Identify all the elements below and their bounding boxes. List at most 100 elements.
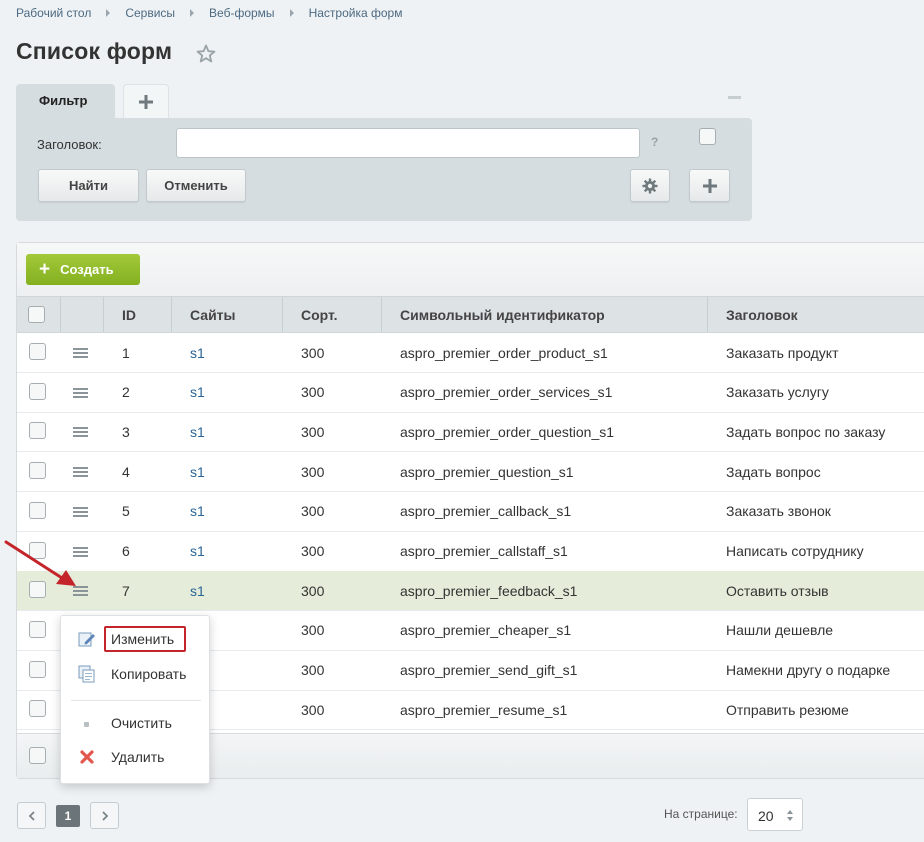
cell-site[interactable]: s1 [190, 492, 205, 531]
column-header-symbolic-id[interactable]: Символьный идентификатор [382, 297, 708, 332]
create-button-label: Создать [60, 262, 114, 277]
chevron-right-icon [101, 810, 108, 821]
cell-id: 3 [122, 423, 130, 440]
table-row[interactable]: 4 s1 300 aspro_premier_question_s1 Задать во… [17, 452, 924, 493]
table-row[interactable]: 1 s1 300 aspro_premier_order_product_s1 Зака… [17, 333, 924, 373]
table-row[interactable]: 3 s1 300 aspro_premier_order_question_s1 Зад… [17, 412, 924, 453]
hamburger-icon[interactable] [73, 506, 88, 517]
row-checkbox[interactable] [29, 382, 46, 400]
star-icon[interactable] [194, 42, 218, 66]
tab-filter[interactable]: Фильтр [16, 84, 115, 118]
cell-sort: 300 [301, 384, 325, 401]
current-page[interactable]: 1 [56, 805, 80, 827]
hamburger-icon[interactable] [73, 467, 88, 478]
plus-icon: + [39, 259, 51, 280]
row-checkbox[interactable] [29, 660, 46, 678]
column-header-sort[interactable]: Сорт. [283, 297, 382, 332]
cell-symbolic-id: aspro_premier_cheaper_s1 [400, 622, 572, 639]
find-button[interactable]: Найти [38, 169, 139, 202]
hamburger-icon[interactable] [73, 387, 88, 398]
help-icon[interactable]: ? [651, 135, 658, 149]
cell-sort: 300 [301, 582, 325, 599]
cell-sort: 300 [301, 463, 325, 480]
breadcrumb-web-forms[interactable]: Веб-формы [209, 6, 275, 20]
cell-site[interactable]: s1 [190, 532, 205, 571]
column-header-sites[interactable]: Сайты [172, 297, 283, 332]
add-filter-field-button[interactable] [689, 169, 730, 202]
breadcrumb-desktop[interactable]: Рабочий стол [16, 6, 91, 20]
cell-id: 4 [122, 463, 130, 480]
select-all-checkbox[interactable] [28, 306, 45, 323]
cell-symbolic-id: aspro_premier_feedback_s1 [400, 582, 578, 599]
cell-sort: 300 [301, 543, 325, 559]
table-row[interactable]: 5 s1 300 aspro_premier_callback_s1 Заказать … [17, 492, 924, 532]
column-header-id[interactable]: ID [104, 297, 172, 332]
context-menu-delete-label: Удалить [111, 749, 165, 765]
filter-field-checkbox[interactable] [699, 128, 716, 145]
cell-symbolic-id: aspro_premier_callback_s1 [400, 503, 572, 520]
plus-icon [702, 178, 717, 193]
per-page-select[interactable]: 20 [747, 798, 803, 831]
cell-id: 7 [122, 582, 130, 599]
row-checkbox[interactable] [29, 422, 46, 440]
cell-site[interactable]: s1 [190, 333, 205, 372]
row-checkbox[interactable] [29, 501, 46, 519]
breadcrumb-services[interactable]: Сервисы [125, 6, 175, 20]
hamburger-icon[interactable] [73, 427, 88, 438]
cell-site[interactable]: s1 [190, 412, 205, 451]
table-row[interactable]: 6 s1 300 aspro_premier_callstaff_s1 Написать… [17, 532, 924, 572]
cell-sort: 300 [301, 622, 325, 639]
cell-id: 5 [122, 503, 130, 520]
table-row[interactable]: 7 s1 300 aspro_premier_feedback_s1 Оставить … [17, 571, 924, 612]
context-menu-delete[interactable]: Удалить [61, 742, 209, 772]
row-checkbox[interactable] [29, 620, 46, 638]
pencil-icon [78, 632, 95, 647]
breadcrumb: Рабочий стол Сервисы Веб-формы Настройка… [16, 6, 402, 20]
red-arrow-icon [4, 540, 76, 586]
cell-symbolic-id: aspro_premier_resume_s1 [400, 701, 568, 718]
hamburger-icon[interactable] [73, 348, 88, 358]
collapse-filter-button[interactable] [728, 96, 741, 99]
prev-page-button[interactable] [17, 802, 46, 829]
cell-site[interactable]: s1 [190, 571, 205, 610]
cell-site[interactable]: s1 [190, 373, 205, 412]
highlight-box [104, 626, 186, 652]
cell-id: 1 [122, 344, 130, 361]
footer-select-all-checkbox[interactable] [29, 747, 46, 764]
cell-title: Заказать звонок [726, 503, 831, 520]
context-menu-clear[interactable]: Очистить [61, 708, 209, 738]
filter-settings-button[interactable] [630, 169, 670, 202]
filter-panel: Заголовок: ? Найти Отменить [16, 118, 752, 221]
add-filter-tab-button[interactable] [123, 84, 169, 118]
next-page-button[interactable] [90, 802, 119, 829]
cell-id: 2 [122, 384, 130, 401]
header-menu-cell [61, 297, 104, 332]
create-button[interactable]: + Создать [26, 254, 140, 285]
cell-id: 6 [122, 543, 130, 559]
cell-title: Оставить отзыв [726, 582, 829, 599]
cell-title: Задать вопрос [726, 463, 821, 480]
filter-title-label: Заголовок: [37, 137, 102, 152]
row-checkbox[interactable] [29, 462, 46, 480]
breadcrumb-form-settings[interactable]: Настройка форм [309, 6, 403, 20]
cell-title: Намекни другу о подарке [726, 662, 891, 679]
menu-divider [71, 700, 201, 701]
page-title: Список форм [16, 38, 173, 64]
row-checkbox[interactable] [29, 343, 46, 360]
cell-title: Отправить резюме [726, 701, 849, 718]
filter-title-input[interactable] [176, 128, 640, 158]
table-row[interactable]: 2 s1 300 aspro_premier_order_services_s1 Зак… [17, 373, 924, 413]
context-menu-copy[interactable]: Копировать [61, 659, 209, 689]
cell-sort: 300 [301, 503, 325, 520]
context-menu-copy-label: Копировать [111, 666, 187, 682]
cell-sort: 300 [301, 662, 325, 679]
header-checkbox-cell [17, 297, 61, 332]
cancel-button[interactable]: Отменить [146, 169, 246, 202]
column-header-title[interactable]: Заголовок [708, 297, 924, 332]
cell-title: Написать сотруднику [726, 543, 864, 559]
select-arrows-icon [787, 810, 793, 821]
gear-icon [642, 178, 658, 193]
row-context-menu: Изменить Копировать Очистить Удалить [60, 615, 210, 784]
row-checkbox[interactable] [29, 700, 46, 718]
cell-site[interactable]: s1 [190, 452, 205, 491]
